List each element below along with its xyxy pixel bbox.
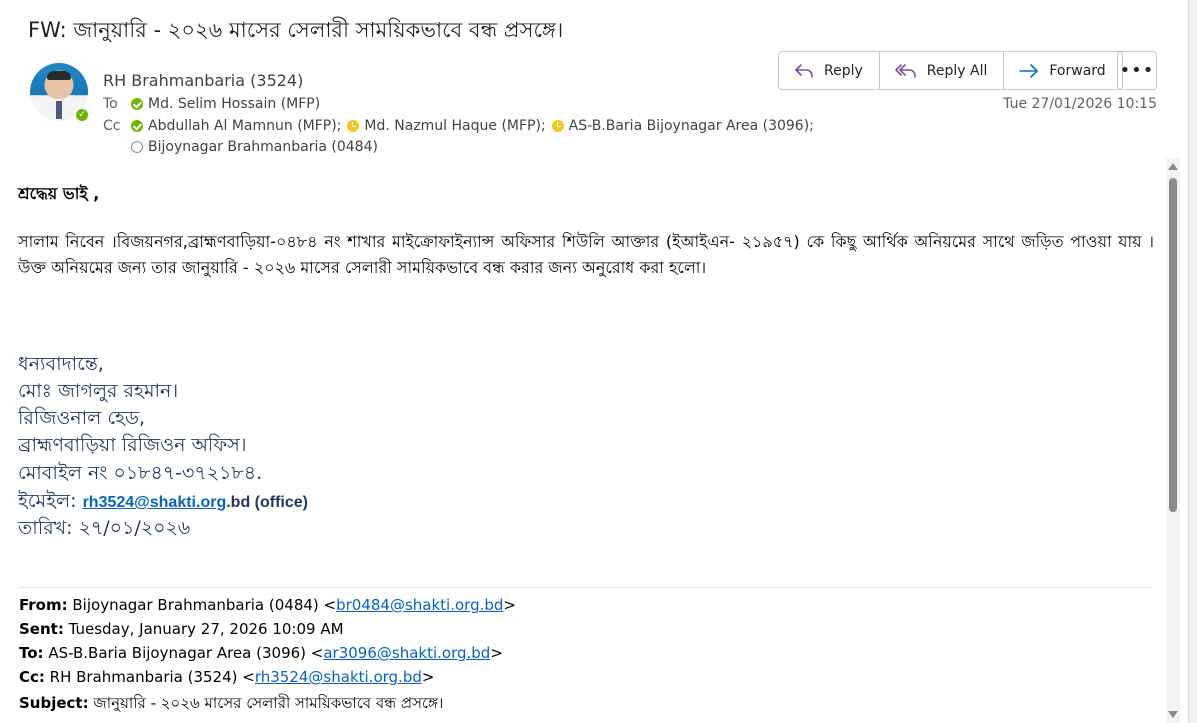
forwarded-from-close: >	[503, 596, 516, 614]
forwarded-to: To: AS-B.Baria Bijoynagar Area (3096) <a…	[19, 644, 503, 662]
body-greeting: শ্রদ্ধেয় ভাই ,	[18, 184, 100, 203]
presence-available-icon	[131, 98, 143, 110]
cc-label: Cc	[103, 118, 121, 134]
forward-label: Forward	[1049, 62, 1106, 79]
received-date: Tue 27/01/2026 10:15	[1003, 96, 1157, 112]
sender-name[interactable]: RH Brahmanbaria (3524)	[103, 71, 303, 90]
reply-all-button[interactable]: Reply All	[880, 52, 1005, 89]
forwarded-cc-close: >	[421, 668, 435, 686]
forwarded-sent-value: Tuesday, January 27, 2026 10:09 AM	[63, 620, 344, 638]
avatar-tie	[56, 101, 62, 119]
forwarded-to-value: AS-B.Baria Bijoynagar Area (3096) <	[43, 644, 324, 662]
recipient-to[interactable]: Md. Selim Hossain (MFP)	[148, 96, 320, 112]
avatar-hair	[47, 71, 71, 80]
forwarded-to-label: To:	[19, 644, 44, 662]
signature-date-value: ২৭/০১/২০২৬	[78, 517, 191, 539]
forwarded-cc-email-link[interactable]: rh3524@shakti.org.bd	[255, 668, 422, 686]
reply-label: Reply	[824, 62, 863, 79]
more-icon: •••	[1119, 60, 1155, 81]
reply-button[interactable]: Reply	[779, 52, 880, 89]
recipient-cc[interactable]: Md. Nazmul Haque (MFP);	[364, 118, 545, 134]
forward-icon	[1019, 63, 1039, 78]
email-subject: FW: জানুয়ারি - ২০২৬ মাসের সেলারী সাময়ি…	[28, 18, 564, 42]
forwarded-cc-value: RH Brahmanbaria (3524) <	[44, 668, 255, 686]
window-edge	[1188, 0, 1197, 723]
presence-available-icon	[131, 120, 143, 132]
to-label: To	[103, 96, 118, 112]
forwarded-subject-label: Subject:	[19, 694, 89, 712]
scrollbar-thumb[interactable]	[1169, 178, 1177, 512]
forward-button[interactable]: Forward	[1004, 52, 1121, 89]
cc-row: Cc Abdullah Al Mamnun (MFP); Md. Nazmul …	[103, 118, 820, 134]
recipient-cc[interactable]: AS-B.Baria Bijoynagar Area (3096);	[569, 118, 814, 134]
forwarded-cc-label: Cc:	[19, 668, 45, 686]
forwarded-to-email-link[interactable]: ar3096@shakti.org.bd	[323, 644, 490, 662]
presence-away-icon	[551, 120, 564, 132]
forwarded-from-value: Bijoynagar Brahmanbaria (0484) <	[67, 596, 337, 614]
signature-email-suffix: .bd (office)	[226, 494, 308, 511]
scroll-up-arrow-icon[interactable]	[1168, 163, 1178, 170]
cc-row-continued: Bijoynagar Brahmanbaria (0484)	[131, 139, 384, 155]
presence-available-icon: ✓	[74, 107, 90, 123]
signature-date-label: তারিখ:	[18, 517, 79, 539]
reply-all-icon	[894, 63, 916, 78]
presence-offline-icon	[131, 141, 143, 153]
signature-email-label: ইমেইল:	[18, 490, 83, 512]
forwarded-sent-label: Sent:	[19, 620, 64, 638]
signature-date-line: তারিখ: ২৭/০১/২০২৬	[18, 514, 190, 546]
forwarded-sent: Sent: Tuesday, January 27, 2026 10:09 AM	[19, 620, 344, 638]
forwarded-cc: Cc: RH Brahmanbaria (3524) <rh3524@shakt…	[19, 668, 434, 686]
message-actions: Reply Reply All Forward	[778, 51, 1123, 90]
forwarded-to-close: >	[490, 644, 503, 662]
recipient-cc[interactable]: Bijoynagar Brahmanbaria (0484)	[148, 139, 378, 155]
forwarded-subject-value: জানুয়ারি - ২০২৬ মাসের সেলারী সাময়িকভাব…	[88, 694, 444, 712]
presence-away-icon	[347, 120, 360, 132]
body-paragraph: সালাম নিবেন ।বিজয়নগর,ব্রাহ্মণবাড়িয়া-০…	[18, 232, 1154, 277]
forwarded-from-label: From:	[19, 596, 68, 614]
scroll-down-arrow-icon[interactable]	[1168, 711, 1178, 718]
signature-email-link[interactable]: rh3524@shakti.org	[83, 494, 227, 511]
forwarded-from: From: Bijoynagar Brahmanbaria (0484) <br…	[19, 596, 516, 614]
forwarded-from-email-link[interactable]: br0484@shakti.org.bd	[336, 596, 503, 614]
forwarded-subject: Subject: জানুয়ারি - ২০২৬ মাসের সেলারী স…	[19, 692, 443, 717]
to-row: To Md. Selim Hossain (MFP)	[103, 96, 326, 112]
recipient-cc[interactable]: Abdullah Al Mamnun (MFP);	[148, 118, 341, 134]
more-actions-button[interactable]: •••	[1117, 51, 1157, 90]
reply-icon	[795, 63, 813, 78]
forward-divider	[18, 587, 1152, 588]
reply-all-label: Reply All	[926, 62, 988, 79]
